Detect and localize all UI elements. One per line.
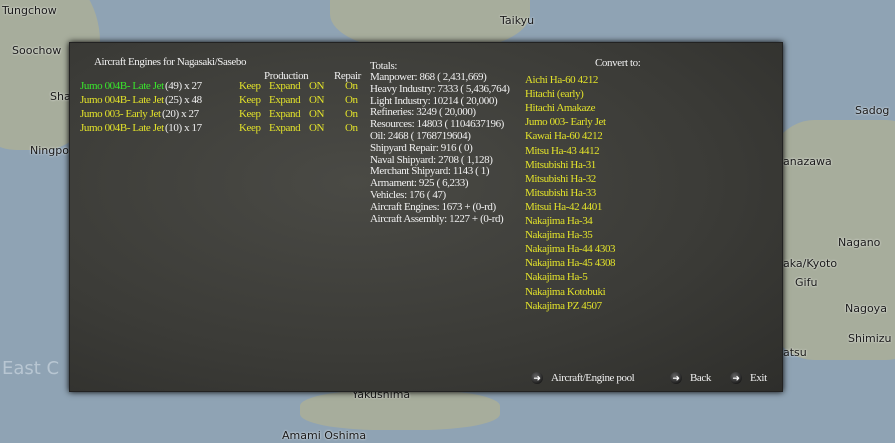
engine-row-name[interactable]: Jumo 004B- Late Jet (80, 94, 164, 106)
keep-button[interactable]: Keep (239, 108, 261, 120)
convert-option[interactable]: Mitsu Ha-43 4412 (525, 145, 600, 157)
map-label: Gifu (795, 276, 818, 289)
arrow-right-icon: ➜ (670, 372, 682, 384)
map-label: Shimizu (848, 332, 892, 345)
arrow-right-icon: ➜ (531, 372, 543, 384)
dialog-title: Aircraft Engines for Nagasaki/Sasebo (94, 56, 247, 68)
engine-row-name[interactable]: Jumo 004B- Late Jet (80, 80, 164, 92)
production-toggle[interactable]: ON (309, 94, 324, 106)
production-toggle[interactable]: ON (309, 108, 324, 120)
engine-row-name[interactable]: Jumo 004B- Late Jet (80, 122, 164, 134)
total-item: Armament: 925 ( 6,233) (370, 177, 469, 190)
map-label: anazawa (783, 155, 832, 168)
pool-label: Aircraft/Engine pool (551, 372, 635, 384)
total-item: Naval Shipyard: 2708 ( 1,128) (370, 153, 493, 166)
engine-row-detail: (49) x 27 (165, 80, 202, 92)
convert-option[interactable]: Nakajima Ha-35 (525, 229, 593, 241)
production-toggle[interactable]: ON (309, 122, 324, 134)
keep-button[interactable]: Keep (239, 122, 261, 134)
total-item: Oil: 2468 ( 1768719604) (370, 130, 471, 142)
map-label: Amami Oshima (282, 429, 367, 442)
repair-toggle[interactable]: On (345, 108, 358, 120)
arrow-right-icon: ➜ (730, 372, 742, 384)
map-label: Nagoya (845, 302, 887, 315)
expand-button[interactable]: Expand (269, 94, 301, 106)
back-label: Back (690, 372, 712, 384)
total-item: Light Industry: 10214 ( 20,000) (370, 94, 498, 107)
production-toggle[interactable]: ON (309, 80, 324, 92)
map-label: atsu (783, 346, 807, 359)
convert-option[interactable]: Jumo 003- Early Jet (525, 116, 606, 128)
map-label: Sadog (855, 104, 890, 117)
aircraft-engines-dialog: Aircraft Engines for Nagasaki/Sasebo Pro… (69, 42, 783, 392)
back-button[interactable]: ➜ Back (670, 372, 711, 384)
convert-option[interactable]: Nakajima PZ 4507 (525, 300, 602, 312)
convert-option[interactable]: Mitsui Ha-42 4401 (525, 201, 602, 213)
exit-button[interactable]: ➜ Exit (730, 372, 767, 384)
engine-row-detail: (20) x 27 (162, 108, 199, 120)
engine-row-detail: (10) x 17 (165, 122, 202, 134)
convert-option[interactable]: Nakajima Ha-44 4303 (525, 243, 616, 255)
convert-option[interactable]: Nakajima Ha-34 (525, 215, 593, 227)
expand-button[interactable]: Expand (269, 108, 301, 120)
map-label: Ningpo (30, 144, 69, 157)
map-label: Soochow (12, 44, 62, 57)
keep-button[interactable]: Keep (239, 80, 261, 92)
repair-toggle[interactable]: On (345, 94, 358, 106)
total-item: Refineries: 3249 ( 20,000) (370, 106, 476, 119)
keep-button[interactable]: Keep (239, 94, 261, 106)
expand-button[interactable]: Expand (269, 122, 301, 134)
engine-row-detail: (25) x 48 (165, 94, 202, 106)
engine-row-name[interactable]: Jumo 003- Early Jet (80, 108, 161, 120)
map-label: aka/Kyoto (783, 257, 838, 270)
map-label: Taikyu (500, 14, 535, 27)
total-item: Shipyard Repair: 916 ( 0) (370, 141, 473, 154)
convert-option[interactable]: Hitachi Amakaze (525, 102, 595, 114)
sea-label: East C (2, 358, 60, 379)
convert-option[interactable]: Nakajima Kotobuki (525, 286, 606, 298)
repair-toggle[interactable]: On (345, 80, 358, 92)
map-label: Sha (50, 90, 71, 103)
convert-option[interactable]: Mitsubishi Ha-32 (525, 173, 596, 185)
total-item: Vehicles: 176 ( 47) (370, 189, 446, 201)
total-item: Resources: 14803 ( 1104637196) (370, 118, 504, 131)
convert-option[interactable]: Hitachi (early) (525, 88, 584, 100)
total-item: Merchant Shipyard: 1143 ( 1) (370, 165, 490, 178)
total-item: Manpower: 868 ( 2,431,669) (370, 71, 487, 83)
map-label: Tungchow (2, 4, 57, 17)
expand-button[interactable]: Expand (269, 80, 301, 92)
convert-title: Convert to: (595, 57, 641, 69)
exit-label: Exit (750, 372, 767, 384)
convert-option[interactable]: Mitsubishi Ha-33 (525, 187, 596, 199)
total-item: Heavy Industry: 7333 ( 5,436,764) (370, 82, 510, 95)
convert-option[interactable]: Nakajima Ha-5 (525, 271, 588, 283)
convert-option[interactable]: Kawai Ha-60 4212 (525, 130, 603, 142)
map-label: Nagano (838, 236, 881, 249)
convert-option[interactable]: Nakajima Ha-45 4308 (525, 257, 616, 269)
convert-option[interactable]: Mitsubishi Ha-31 (525, 159, 596, 171)
aircraft-engine-pool-button[interactable]: ➜ Aircraft/Engine pool (531, 372, 635, 384)
total-item: Aircraft Engines: 1673 + (0-rd) (370, 200, 496, 213)
convert-option[interactable]: Aichi Ha-60 4212 (525, 74, 598, 86)
total-item: Aircraft Assembly: 1227 + (0-rd) (370, 212, 504, 225)
repair-toggle[interactable]: On (345, 122, 358, 134)
